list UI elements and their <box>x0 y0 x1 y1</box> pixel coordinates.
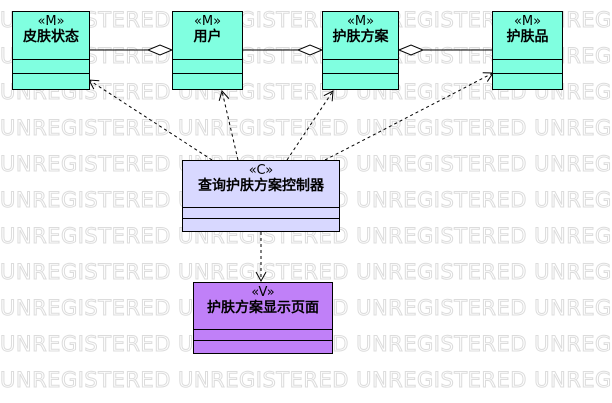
class-query-controller[interactable]: «C» 查询护肤方案控制器 <box>182 160 340 232</box>
aggregation-diamond-icon <box>296 44 324 56</box>
attributes-compartment <box>13 59 89 60</box>
aggregation-diamond-icon <box>146 44 174 56</box>
class-stereotype: «V» <box>251 285 275 300</box>
attributes-compartment <box>183 207 339 208</box>
operations-compartment <box>183 218 339 219</box>
class-skincare-plan[interactable]: «M» 护肤方案 <box>322 11 399 90</box>
dependency-arrow-to-plan <box>286 90 334 161</box>
operations-compartment <box>323 73 398 74</box>
attributes-compartment <box>194 329 332 330</box>
class-stereotype: «M» <box>37 14 65 29</box>
class-stereotype: «C» <box>248 163 274 178</box>
class-stereotype: «M» <box>346 14 375 29</box>
attributes-compartment <box>493 59 562 60</box>
dependency-arrow-to-skin-state <box>88 79 213 161</box>
class-name: 护肤方案 <box>332 29 389 45</box>
dependency-arrow-to-user <box>218 89 239 161</box>
class-user[interactable]: «M» 用户 <box>172 11 243 90</box>
class-name: 护肤方案显示页面 <box>207 300 319 316</box>
operations-compartment <box>493 73 562 74</box>
operations-compartment <box>194 340 332 341</box>
class-stereotype: «M» <box>513 14 542 29</box>
attributes-compartment <box>173 59 242 60</box>
class-skincare-product[interactable]: «M» 护肤品 <box>492 11 563 90</box>
class-skin-state[interactable]: «M» 皮肤状态 <box>12 11 90 90</box>
diagram-canvas: UNREGISTERED UNREGISTERED UNREGISTERED U… <box>0 0 612 403</box>
class-name: 用户 <box>193 29 222 45</box>
operations-compartment <box>13 73 89 74</box>
class-name: 皮肤状态 <box>23 29 79 45</box>
class-name: 护肤品 <box>506 29 549 45</box>
class-plan-view[interactable]: «V» 护肤方案显示页面 <box>193 282 333 354</box>
operations-compartment <box>173 73 242 74</box>
attributes-compartment <box>323 59 398 60</box>
aggregation-diamond-icon <box>397 44 425 56</box>
class-stereotype: «M» <box>193 14 222 29</box>
class-name: 查询护肤方案控制器 <box>198 178 324 194</box>
